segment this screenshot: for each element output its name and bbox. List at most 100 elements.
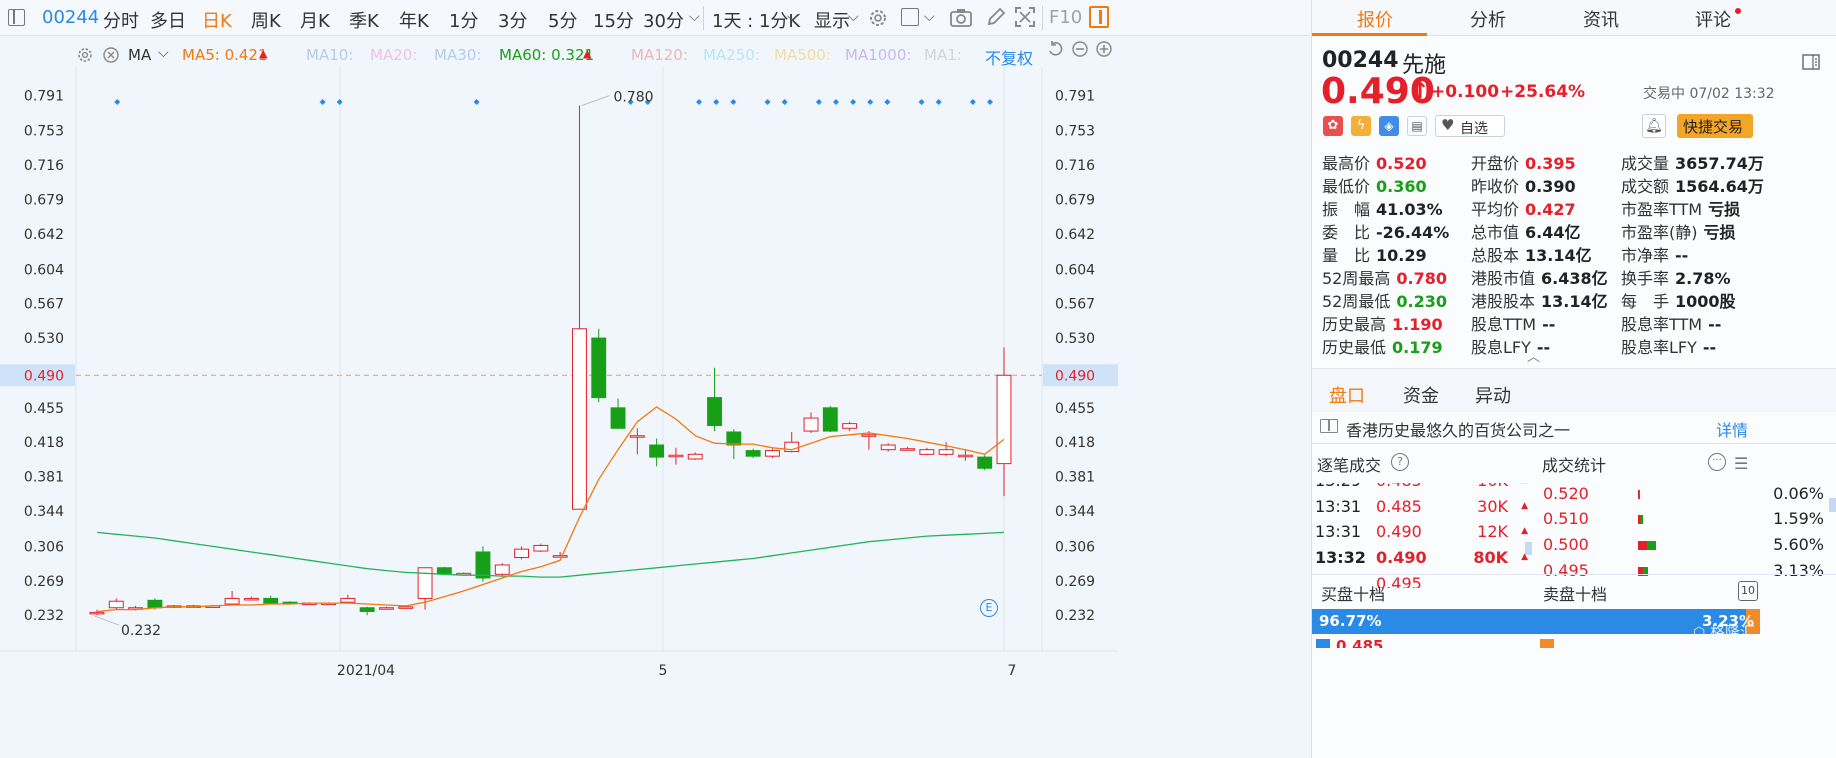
candle-body (514, 548, 530, 559)
chevron-down-icon[interactable]: ⌵ (924, 9, 935, 25)
y-tick-label-left: 0.490 (24, 368, 64, 384)
tab-analysis[interactable]: 分析 (1470, 6, 1506, 32)
chevron-down-icon[interactable]: ⌵ (689, 9, 700, 25)
stat-5-1: 港股市值 6.438亿 (1471, 265, 1608, 289)
candle-body (938, 449, 954, 455)
bookmark-icon[interactable]: ▤ (1407, 116, 1427, 136)
tab-quarterly-k[interactable]: 季K (349, 7, 379, 33)
candle-body (957, 454, 973, 458)
stat-label: 昨收价 (1471, 177, 1520, 196)
list-icon[interactable]: ☰ (1734, 454, 1748, 473)
sell-level-badge (1540, 639, 1554, 648)
tick-up-icon: ▲ (1521, 526, 1528, 536)
tab-quote[interactable]: 报价 (1357, 6, 1393, 32)
tab-weekly-k[interactable]: 周K (251, 7, 281, 33)
y-tick-label-left: 0.753 (24, 124, 64, 140)
y-tick-label-left: 0.716 (24, 158, 64, 174)
tab-15min[interactable]: 15分 (593, 7, 634, 33)
buy-book-title: 买盘十档 (1321, 585, 1386, 604)
draw-rect-icon[interactable] (901, 8, 919, 26)
high-annotation-label: 0.780 (613, 90, 653, 106)
collapse-chevron-icon[interactable]: ︿ (1527, 346, 1540, 365)
tick-time: 13:31 (1315, 497, 1362, 516)
display-menu[interactable]: 显示 (814, 7, 850, 33)
stat-label: 成交量 (1621, 154, 1670, 173)
quick-trade-button[interactable]: 快捷交易 (1677, 114, 1753, 138)
chevron-down-icon[interactable]: ⌵ (848, 9, 859, 25)
fullscreen-icon[interactable] (1014, 6, 1036, 28)
ma60-line (96, 531, 1005, 578)
tab-capital[interactable]: 资金 (1403, 382, 1439, 408)
y-tick-label-left: 0.642 (24, 227, 64, 243)
tick-row: 13:31 0.490 12K ▲ (1312, 522, 1532, 546)
stat-label: 股息率TTM (1621, 315, 1703, 334)
candle-body (726, 431, 742, 446)
sidebar-toggle-icon[interactable] (8, 9, 25, 26)
tick-up-icon: ▲ (1521, 501, 1528, 511)
gear-icon[interactable] (867, 7, 889, 29)
stat-volume-bar (1638, 490, 1640, 499)
tick-price: 0.490 (1376, 522, 1422, 541)
ticks-scrollbar[interactable] (1525, 542, 1532, 555)
f10-button[interactable]: F10 (1049, 7, 1082, 28)
tab-3min[interactable]: 3分 (498, 7, 527, 33)
kline-chart-area[interactable]: MA ⌵ MA5: 0.421 ▲ MA10: MA20: MA30: MA60… (0, 36, 1310, 758)
stats-scrollbar[interactable] (1829, 498, 1836, 512)
stat-label: 52周最高 (1322, 269, 1391, 288)
tab-orderbook[interactable]: 盘口 (1329, 382, 1365, 408)
event-marker (336, 99, 343, 105)
candle-body (900, 448, 915, 451)
layout-icon[interactable] (1802, 54, 1820, 70)
tab-timeshare[interactable]: 分时 (103, 7, 139, 33)
ten-level-icon[interactable]: 10 (1738, 581, 1758, 601)
tab-news[interactable]: 资讯 (1583, 6, 1619, 32)
tab-monthly-k[interactable]: 月K (300, 7, 330, 33)
stat-value: -- (1675, 246, 1689, 265)
candle-body (475, 551, 491, 579)
help-icon[interactable]: ? (1391, 453, 1409, 471)
candle-body (822, 407, 838, 432)
candle-body (243, 597, 259, 601)
trade-stat-row: 0.510 1.59% (1542, 509, 1827, 533)
candle-body (707, 397, 722, 426)
tab-5min[interactable]: 5分 (548, 7, 577, 33)
panel-toggle-icon[interactable] (1089, 6, 1109, 28)
stat-percent: 1.59% (1773, 509, 1824, 528)
event-marker (815, 99, 822, 105)
tab-30min[interactable]: 30分 (643, 7, 684, 33)
tab-1min[interactable]: 1分 (449, 7, 478, 33)
stat-volume-bar (1638, 515, 1644, 524)
tab-multiday[interactable]: 多日 (150, 7, 186, 33)
y-tick-label-left: 0.344 (24, 504, 64, 520)
candle-body (340, 597, 356, 603)
y-tick-label-right: 0.530 (1055, 331, 1095, 347)
stat-value: -- (1702, 338, 1717, 357)
chevron-down-icon[interactable]: ⌵ (787, 9, 798, 25)
candle-body (359, 607, 375, 612)
stat-label: 港股市值 (1471, 269, 1536, 288)
y-tick-label-right: 0.567 (1055, 297, 1095, 313)
tab-daily-k[interactable]: 日K (202, 7, 232, 33)
pencil-icon[interactable] (985, 6, 1007, 28)
camera-icon[interactable] (949, 7, 973, 29)
kline-svg[interactable]: 0.791 0.791 0.753 0.753 0.716 0.716 0.679 0.679… (0, 36, 1118, 758)
stat-0-1: 开盘价 0.395 (1471, 150, 1576, 174)
stat-label: 成交额 (1621, 177, 1670, 196)
tick-volume: 80K (1473, 548, 1508, 567)
candle-body (263, 597, 279, 604)
stat-value: 0.179 (1392, 338, 1443, 357)
tab-comments[interactable]: 评论 (1695, 6, 1731, 32)
add-watchlist-button[interactable]: ♥ 自选 (1435, 115, 1505, 137)
event-marker (114, 99, 121, 105)
event-badge-icon[interactable]: E (980, 599, 998, 617)
stock-code[interactable]: 00244 (42, 7, 99, 28)
more-icon[interactable]: ··· (1708, 453, 1726, 471)
intro-detail-link[interactable]: 详情 (1716, 417, 1748, 441)
candle-body (417, 567, 433, 599)
stat-value: 6.438亿 (1541, 269, 1608, 288)
sell-book-title: 卖盘十档 (1543, 585, 1608, 604)
bell-icon[interactable]: 🔔︎ (1642, 114, 1666, 138)
tab-movement[interactable]: 异动 (1475, 382, 1511, 408)
tab-yearly-k[interactable]: 年K (399, 7, 429, 33)
stat-value: 13.14亿 (1541, 292, 1608, 311)
